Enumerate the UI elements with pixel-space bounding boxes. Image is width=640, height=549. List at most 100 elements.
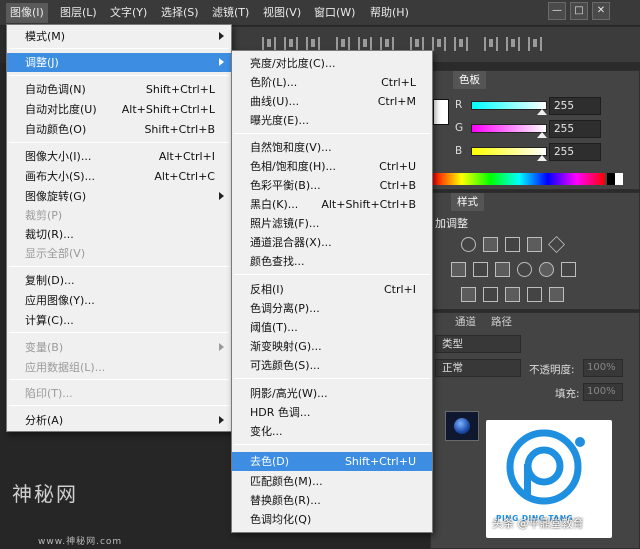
minimize-button[interactable]: — <box>548 2 566 20</box>
channel-g-value[interactable]: 255 <box>549 120 601 138</box>
menu-item-desaturate[interactable]: 去色(D) Shift+Ctrl+U <box>232 452 432 471</box>
menu-item-curves[interactable]: 曲线(U)... Ctrl+M <box>232 92 432 111</box>
menu-item-reveal-all[interactable]: 显示全部(V) <box>7 244 231 263</box>
menu-item-canvas-size[interactable]: 画布大小(S)... Alt+Ctrl+C <box>7 167 231 186</box>
brightness-contrast-icon[interactable] <box>461 237 476 252</box>
menu-item-equalize[interactable]: 色调均化(Q) <box>232 510 432 529</box>
distribute-bottom-icon[interactable] <box>454 37 468 51</box>
menu-select[interactable]: 选择(S) <box>157 3 203 23</box>
spectrum-black-swatch[interactable] <box>607 173 615 185</box>
menu-item-gradient-map[interactable]: 渐变映射(G)... <box>232 337 432 356</box>
menu-item-match-color[interactable]: 匹配颜色(M)... <box>232 472 432 491</box>
menu-item-trap[interactable]: 陷印(T)... <box>7 384 231 403</box>
opacity-input[interactable]: 100% <box>583 359 623 377</box>
distribute-left-icon[interactable] <box>484 37 498 51</box>
spectrum-white-swatch[interactable] <box>615 173 623 185</box>
blend-mode-dropdown[interactable]: 正常 <box>435 359 521 377</box>
menu-window[interactable]: 窗口(W) <box>310 3 359 23</box>
menu-item-apply-image[interactable]: 应用图像(Y)... <box>7 291 231 310</box>
align-left-icon[interactable] <box>262 37 276 51</box>
menu-item-trim[interactable]: 裁切(R)... <box>7 225 231 244</box>
menu-filter[interactable]: 滤镜(T) <box>208 3 253 23</box>
menu-item-mode[interactable]: 模式(M) <box>7 27 231 46</box>
menu-layer[interactable]: 图层(L) <box>56 3 101 23</box>
menu-item-hue-saturation[interactable]: 色相/饱和度(H)... Ctrl+U <box>232 157 432 176</box>
color-lookup-icon[interactable] <box>561 262 576 277</box>
menu-item-posterize[interactable]: 色调分离(P)... <box>232 299 432 318</box>
black-white-icon[interactable] <box>495 262 510 277</box>
menu-item-photo-filter[interactable]: 照片滤镜(F)... <box>232 214 432 233</box>
layer-filter-dropdown[interactable]: 类型 <box>435 335 521 353</box>
layer-thumbnail[interactable] <box>445 411 479 441</box>
menu-item-channel-mixer[interactable]: 通道混合器(X)... <box>232 233 432 252</box>
menu-item-color-lookup[interactable]: 颜色查找... <box>232 252 432 271</box>
menu-item-image-size[interactable]: 图像大小(I)... Alt+Ctrl+I <box>7 147 231 166</box>
channel-g-knob[interactable] <box>537 132 547 138</box>
menu-item-calculations[interactable]: 计算(C)... <box>7 311 231 330</box>
color-balance-icon[interactable] <box>473 262 488 277</box>
menu-item-variations[interactable]: 变化... <box>232 422 432 441</box>
menu-item-levels[interactable]: 色阶(L)... Ctrl+L <box>232 73 432 92</box>
photo-filter-icon[interactable] <box>517 262 532 277</box>
maximize-button[interactable]: □ <box>570 2 588 20</box>
channel-r-knob[interactable] <box>537 109 547 115</box>
menu-item-auto-tone[interactable]: 自动色调(N) Shift+Ctrl+L <box>7 80 231 99</box>
menu-item-shadows-highlights[interactable]: 阴影/高光(W)... <box>232 384 432 403</box>
distribute-middle-icon[interactable] <box>432 37 446 51</box>
curves-icon[interactable] <box>505 237 520 252</box>
menu-item-brightness-contrast[interactable]: 亮度/对比度(C)... <box>232 54 432 73</box>
menu-type[interactable]: 文字(Y) <box>106 3 151 23</box>
color-spectrum-bar[interactable] <box>433 173 605 185</box>
menu-item-auto-color[interactable]: 自动颜色(O) Shift+Ctrl+B <box>7 120 231 139</box>
invert-icon[interactable] <box>461 287 476 302</box>
align-top-icon[interactable] <box>336 37 350 51</box>
channel-b-value[interactable]: 255 <box>549 143 601 161</box>
foreground-color-swatch[interactable] <box>433 99 449 125</box>
menu-image[interactable]: 图像(I) <box>6 3 48 23</box>
menu-item-exposure[interactable]: 曝光度(E)... <box>232 111 432 130</box>
levels-icon[interactable] <box>483 237 498 252</box>
tab-styles[interactable]: 样式 <box>451 193 484 211</box>
menu-item-vibrance[interactable]: 自然饱和度(V)... <box>232 138 432 157</box>
align-middle-icon[interactable] <box>358 37 372 51</box>
menu-item-hdr-toning[interactable]: HDR 色调... <box>232 403 432 422</box>
channel-b-slider[interactable] <box>471 147 547 156</box>
threshold-icon[interactable] <box>505 287 520 302</box>
close-button[interactable]: ✕ <box>592 2 610 20</box>
menu-item-color-balance[interactable]: 色彩平衡(B)... Ctrl+B <box>232 176 432 195</box>
menu-item-image-rotation[interactable]: 图像旋转(G) <box>7 187 231 206</box>
menu-item-invert[interactable]: 反相(I) Ctrl+I <box>232 280 432 299</box>
distribute-center-icon[interactable] <box>506 37 520 51</box>
channel-b-knob[interactable] <box>537 155 547 161</box>
selective-color-icon[interactable] <box>549 287 564 302</box>
vibrance-icon[interactable] <box>548 236 565 253</box>
menu-item-replace-color[interactable]: 替换颜色(R)... <box>232 491 432 510</box>
tab-swatches[interactable]: 色板 <box>453 71 486 89</box>
hue-saturation-icon[interactable] <box>451 262 466 277</box>
distribute-right-icon[interactable] <box>528 37 542 51</box>
align-bottom-icon[interactable] <box>380 37 394 51</box>
menu-item-threshold[interactable]: 阈值(T)... <box>232 318 432 337</box>
menu-item-duplicate[interactable]: 复制(D)... <box>7 271 231 290</box>
fill-input[interactable]: 100% <box>583 383 623 401</box>
align-center-icon[interactable] <box>284 37 298 51</box>
menu-item-variables[interactable]: 变量(B) <box>7 338 231 357</box>
menu-item-adjustments[interactable]: 调整(J) <box>7 53 231 72</box>
align-right-icon[interactable] <box>306 37 320 51</box>
distribute-top-icon[interactable] <box>410 37 424 51</box>
menu-view[interactable]: 视图(V) <box>259 3 305 23</box>
posterize-icon[interactable] <box>483 287 498 302</box>
menu-item-black-white[interactable]: 黑白(K)... Alt+Shift+Ctrl+B <box>232 195 432 214</box>
menu-item-analysis[interactable]: 分析(A) <box>7 411 231 430</box>
menu-help[interactable]: 帮助(H) <box>366 3 413 23</box>
channel-g-slider[interactable] <box>471 124 547 133</box>
channel-r-value[interactable]: 255 <box>549 97 601 115</box>
channel-mixer-icon[interactable] <box>539 262 554 277</box>
gradient-map-icon[interactable] <box>527 287 542 302</box>
exposure-icon[interactable] <box>527 237 542 252</box>
tab-channels[interactable]: 通道 <box>449 313 482 331</box>
menu-item-crop[interactable]: 裁剪(P) <box>7 206 231 225</box>
channel-r-slider[interactable] <box>471 101 547 110</box>
tab-paths[interactable]: 路径 <box>485 313 518 331</box>
menu-item-apply-data-set[interactable]: 应用数据组(L)... <box>7 358 231 377</box>
